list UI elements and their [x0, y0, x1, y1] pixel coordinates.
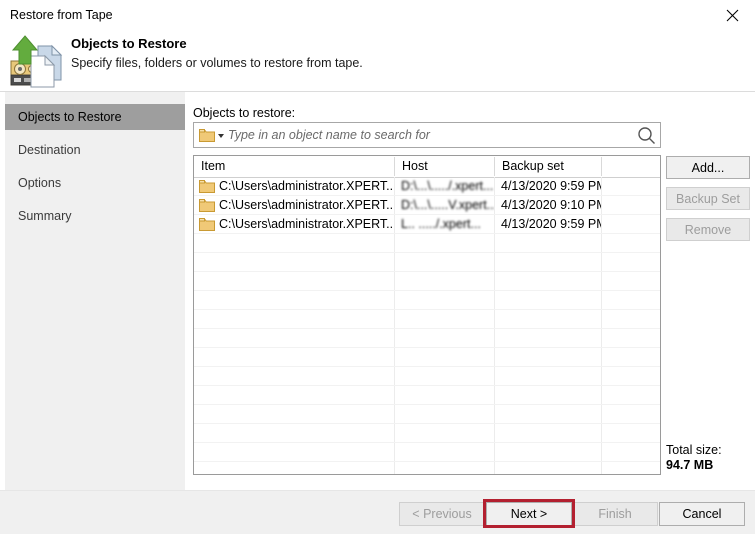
total-size-value: 94.7 MB [666, 458, 714, 472]
table-row-empty[interactable] [194, 443, 660, 462]
column-header-extra[interactable] [602, 156, 660, 177]
table-row-empty[interactable] [194, 291, 660, 310]
table-row-empty[interactable] [194, 367, 660, 386]
wizard-footer: < Previous Next > Finish Cancel [0, 490, 755, 534]
table-row-empty[interactable] [194, 272, 660, 291]
finish-button[interactable]: Finish [572, 502, 658, 526]
objects-to-restore-label: Objects to restore: [193, 106, 296, 120]
search-box[interactable] [193, 122, 661, 148]
search-icon[interactable] [637, 126, 656, 145]
window-title: Restore from Tape [10, 8, 113, 22]
sidebar-item-options[interactable]: Options [5, 170, 185, 196]
table-row-empty[interactable] [194, 424, 660, 443]
table-row[interactable]: C:\Users\administrator.XPERT... D:\...\.… [194, 196, 660, 215]
page-subtitle: Specify files, folders or volumes to res… [71, 56, 363, 70]
sidebar-item-summary[interactable]: Summary [5, 203, 185, 229]
cancel-button[interactable]: Cancel [659, 502, 745, 526]
search-input[interactable] [228, 123, 628, 147]
sidebar-item-destination[interactable]: Destination [5, 137, 185, 163]
close-icon [726, 9, 739, 21]
sidebar-item-label: Objects to Restore [18, 110, 122, 124]
tape-restore-icon [8, 30, 70, 88]
table-row-empty[interactable] [194, 234, 660, 253]
cell-host: L.. ...../.xpert... [401, 217, 481, 231]
total-size-label: Total size: [666, 443, 722, 457]
cell-item: C:\Users\administrator.XPERT... [219, 198, 394, 212]
cell-backup-set: 4/13/2020 9:59 PM [501, 179, 601, 193]
table-row[interactable]: C:\Users\administrator.XPERT... D:\...\.… [194, 177, 660, 196]
cell-backup-set: 4/13/2020 9:59 PM [501, 217, 601, 231]
backup-set-button[interactable]: Backup Set [666, 187, 750, 210]
cell-host: D:\...\...../.xpert... [401, 179, 494, 193]
cell-backup-set: 4/13/2020 9:10 PM [501, 198, 601, 212]
sidebar-item-label: Destination [18, 143, 81, 157]
table-row-empty[interactable] [194, 348, 660, 367]
table-row-empty[interactable] [194, 405, 660, 424]
table-row[interactable]: C:\Users\administrator.XPERT... L.. ....… [194, 215, 660, 234]
previous-button[interactable]: < Previous [399, 502, 485, 526]
table-row-empty[interactable] [194, 310, 660, 329]
column-header-host[interactable]: Host [395, 156, 494, 177]
chevron-down-icon[interactable] [218, 134, 224, 138]
table-body: C:\Users\administrator.XPERT... D:\...\.… [194, 177, 660, 474]
folder-icon[interactable] [199, 128, 215, 142]
table-row-empty[interactable] [194, 462, 660, 474]
main-panel: Objects to restore: Item Host Backup set [185, 92, 755, 490]
close-button[interactable] [710, 0, 755, 30]
wizard-step-sidebar: Objects to Restore Destination Options S… [5, 92, 185, 490]
column-header-backup-set[interactable]: Backup set [495, 156, 601, 177]
remove-button[interactable]: Remove [666, 218, 750, 241]
next-button[interactable]: Next > [486, 502, 572, 526]
sidebar-item-label: Summary [18, 209, 72, 223]
table-row-empty[interactable] [194, 253, 660, 272]
cell-item: C:\Users\administrator.XPERT... [219, 179, 394, 193]
cell-host: D:\...\.....V.xpert... [401, 198, 494, 212]
table-header-row: Item Host Backup set [194, 156, 660, 178]
table-row-empty[interactable] [194, 329, 660, 348]
page-title: Objects to Restore [71, 36, 187, 51]
add-button[interactable]: Add... [666, 156, 750, 179]
column-header-item[interactable]: Item [194, 156, 394, 177]
cell-item: C:\Users\administrator.XPERT... [219, 217, 394, 231]
objects-table[interactable]: Item Host Backup set C:\Users\administra… [193, 155, 661, 475]
sidebar-item-objects-to-restore[interactable]: Objects to Restore [5, 104, 185, 130]
title-bar: Restore from Tape [0, 0, 755, 30]
sidebar-item-label: Options [18, 176, 62, 190]
table-row-empty[interactable] [194, 386, 660, 405]
